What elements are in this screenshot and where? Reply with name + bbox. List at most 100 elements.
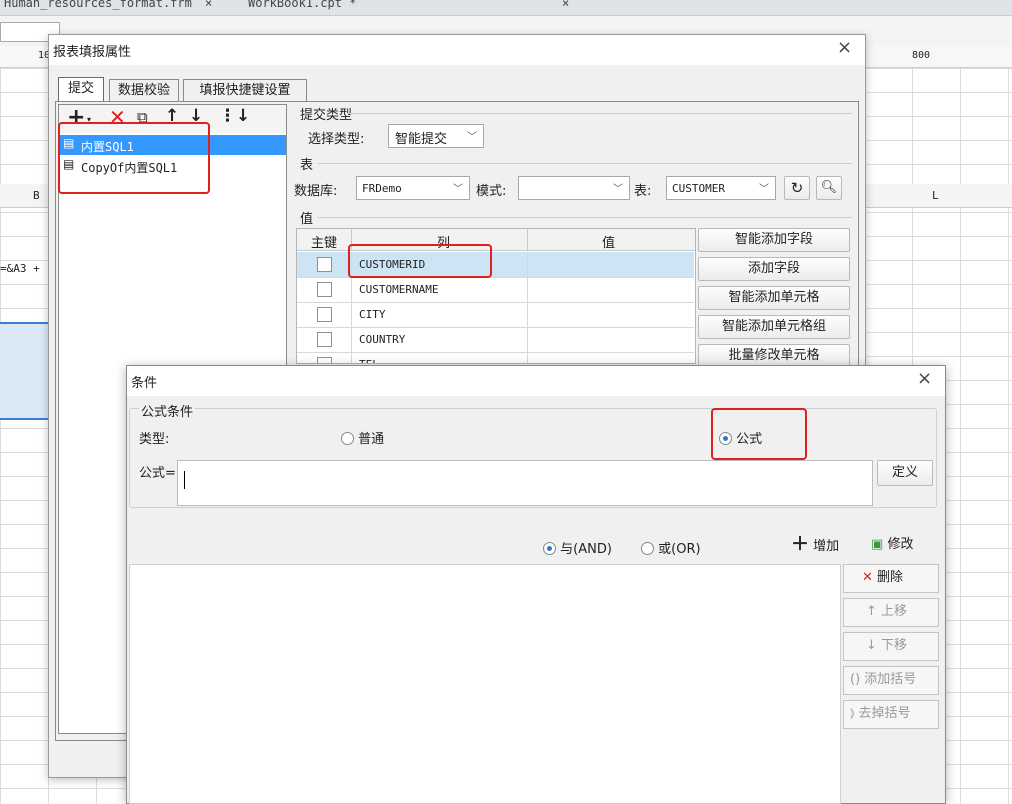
radio-and[interactable]: 与(AND) (543, 538, 612, 557)
delete-button[interactable]: ✕ 删除 (843, 564, 939, 593)
remove-bracket-button[interactable]: ⦆ 去掉括号 (843, 700, 939, 729)
dialog-title: 报表填报属性 (53, 45, 132, 60)
condition-side-buttons: ✕ 删除 ↑ 上移 ↓ 下移 () 添加括号 ⦆ 去掉括号 (843, 564, 939, 764)
column-name-cell: CITY (359, 308, 386, 321)
radio-or[interactable]: 或(OR) (641, 538, 701, 557)
sort-icon[interactable]: ⋮↓ (219, 106, 250, 126)
chevron-down-icon: ﹀ (759, 184, 769, 195)
divider (527, 229, 528, 251)
remove-bracket-button-label: 去掉括号 (858, 706, 911, 721)
header-primary-key: 主键 (311, 236, 338, 251)
divider (527, 302, 528, 327)
radio-normal[interactable]: 普通 (341, 428, 384, 447)
chevron-down-icon: ﹀ (467, 132, 477, 143)
close-icon[interactable]: × (917, 368, 932, 389)
add-field-button[interactable]: 添加字段 (698, 257, 850, 281)
tab-data-validation[interactable]: 数据校验 (109, 79, 179, 102)
dialog-title: 条件 (131, 376, 158, 391)
column-header-l[interactable]: L (932, 189, 939, 202)
table-combo[interactable]: CUSTOMER ﹀ (666, 176, 776, 200)
arrow-down-icon: ↓ (866, 638, 877, 653)
table-row[interactable]: TEL (297, 352, 694, 363)
primary-key-checkbox[interactable] (317, 282, 332, 297)
move-up-button-label: 上移 (881, 604, 908, 619)
radio-and-indicator (543, 542, 556, 555)
move-up-button[interactable]: ↑ 上移 (843, 598, 939, 627)
annotation-highlight (348, 244, 492, 278)
column-name-cell: TEL (359, 352, 379, 363)
radio-or-indicator (641, 542, 654, 555)
column-name-cell: CUSTOMERNAME (359, 283, 439, 296)
editor-tab-hr-format[interactable]: Human_resources_format.frm (4, 0, 192, 10)
editor-tab-workbook[interactable]: WorkBook1.cpt * (248, 0, 356, 10)
select-type-label: 选择类型: (308, 132, 365, 147)
add-bracket-button-label: 添加括号 (864, 672, 917, 687)
smart-add-cell-group-button[interactable]: 智能添加单元格组 (698, 315, 850, 339)
move-down-button[interactable]: ↓ 下移 (843, 632, 939, 661)
divider (351, 302, 352, 327)
remove-bracket-icon: ⦆ (850, 706, 855, 721)
formula-input[interactable] (177, 460, 873, 506)
define-button[interactable]: 定义 (877, 460, 933, 486)
smart-add-field-button[interactable]: 智能添加字段 (698, 228, 850, 252)
close-icon[interactable]: × (205, 0, 212, 10)
database-combo[interactable]: FRDemo ﹀ (356, 176, 470, 200)
column-name-cell: COUNTRY (359, 333, 406, 346)
divider (351, 352, 352, 363)
table-value: CUSTOMER (672, 182, 725, 195)
bracket-icon: () (850, 672, 861, 687)
section-value: 值 (300, 212, 314, 227)
divider (348, 113, 852, 114)
radio-normal-label: 普通 (358, 432, 385, 447)
database-value: FRDemo (362, 182, 402, 195)
schema-label: 模式: (476, 184, 507, 199)
cell-formula-text: =&A3 + (0, 262, 40, 275)
type-label: 类型: (139, 432, 170, 447)
formula-label: 公式= (139, 466, 176, 481)
move-down-button-label: 下移 (881, 638, 908, 653)
modify-button-label: 修改 (887, 537, 914, 552)
add-bracket-button[interactable]: () 添加括号 (843, 666, 939, 695)
close-icon[interactable]: × (837, 37, 852, 58)
primary-key-checkbox[interactable] (317, 257, 332, 272)
table-label: 表: (634, 184, 652, 199)
section-submit-type: 提交类型 (300, 108, 353, 123)
add-button-label: 增加 (813, 539, 840, 554)
primary-key-checkbox[interactable] (317, 332, 332, 347)
divider (318, 217, 852, 218)
condition-list[interactable] (129, 564, 841, 804)
tab-submit[interactable]: 提交 (58, 77, 104, 102)
schema-combo[interactable]: ﹀ (518, 176, 630, 200)
divider (527, 327, 528, 352)
add-button[interactable]: ＋ 增加 (791, 532, 855, 558)
edit-icon: ▣ (871, 537, 884, 552)
delete-button-label: 删除 (877, 570, 904, 585)
tab-shortcut-settings[interactable]: 填报快捷键设置 (183, 79, 307, 102)
column-header-b[interactable]: B (33, 189, 40, 202)
select-type-combo[interactable]: 智能提交 ﹀ (388, 124, 484, 148)
chevron-down-icon: ﹀ (613, 184, 623, 195)
delete-icon: ✕ (862, 570, 873, 585)
arrow-up-icon: ↑ (866, 604, 877, 619)
preview-icon[interactable]: 🔍︎ (816, 176, 842, 200)
table-row[interactable]: COUNTRY (297, 327, 694, 353)
dialog-title-bar: 条件 × (127, 366, 945, 396)
submit-config-panel: 提交类型 选择类型: 智能提交 ﹀ 表 数据库: FRDemo ﹀ 模式: ﹀ … (288, 104, 854, 368)
modify-button[interactable]: ▣ 修改 (871, 532, 937, 558)
table-row[interactable]: CITY (297, 302, 694, 328)
radio-and-label: 与(AND) (560, 542, 612, 557)
group-title: 公式条件 (139, 401, 196, 420)
close-icon[interactable]: × (562, 0, 569, 10)
primary-key-checkbox[interactable] (317, 357, 332, 363)
text-cursor (184, 471, 185, 489)
primary-key-checkbox[interactable] (317, 307, 332, 322)
divider (351, 327, 352, 352)
ruler-mark: 800 (912, 50, 931, 61)
database-label: 数据库: (294, 184, 338, 199)
annotation-highlight (58, 122, 210, 194)
refresh-icon[interactable]: ↻ (784, 176, 810, 200)
table-row[interactable]: CUSTOMERNAME (297, 277, 694, 303)
selected-cell-range[interactable] (0, 322, 50, 420)
section-table: 表 (300, 158, 314, 173)
smart-add-cell-button[interactable]: 智能添加单元格 (698, 286, 850, 310)
